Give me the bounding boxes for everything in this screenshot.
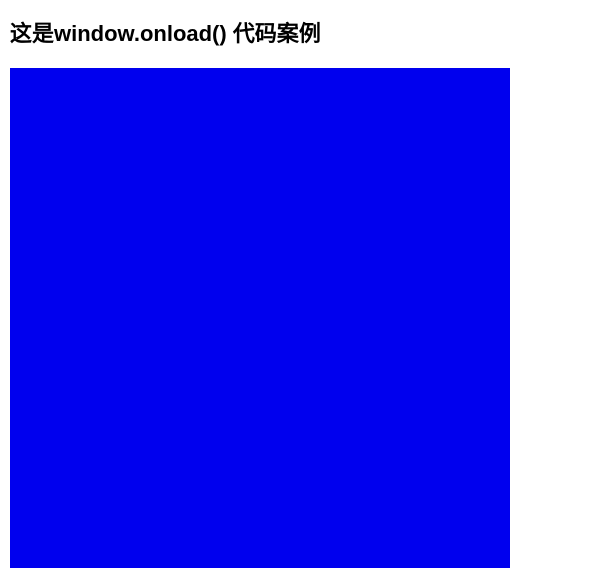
page-title: 这是window.onload() 代码案例 xyxy=(10,16,590,48)
demo-box xyxy=(10,68,510,568)
